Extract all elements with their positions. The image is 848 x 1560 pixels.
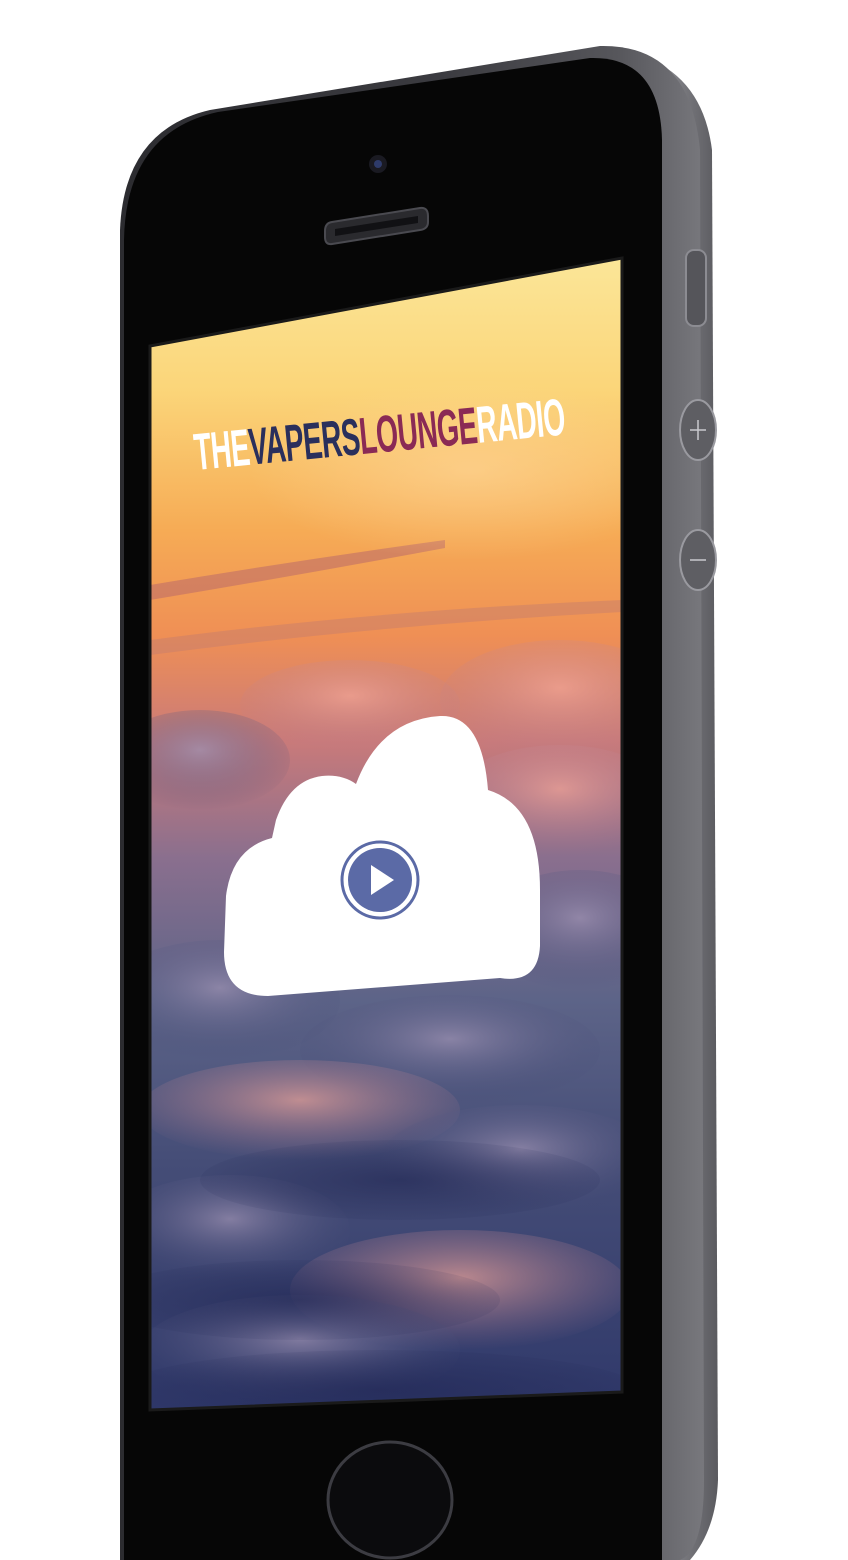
play-button[interactable] xyxy=(340,840,420,920)
mute-switch-icon[interactable] xyxy=(685,249,707,327)
stage: THEVAPERSLOUNGERADIO xyxy=(0,0,848,1560)
home-button-icon[interactable] xyxy=(326,1440,454,1560)
logo-radio: RADIO xyxy=(474,389,568,455)
logo-vapers: VAPERS xyxy=(246,408,362,476)
device-mockup: THEVAPERSLOUNGERADIO xyxy=(120,45,718,1560)
app-screen: THEVAPERSLOUNGERADIO xyxy=(150,258,622,1410)
logo-the: THE xyxy=(192,419,252,482)
logo-lounge: LOUNGE xyxy=(357,397,480,466)
volume-down-icon[interactable] xyxy=(679,529,717,591)
front-camera-icon xyxy=(369,155,387,173)
volume-up-icon[interactable] xyxy=(679,399,717,461)
